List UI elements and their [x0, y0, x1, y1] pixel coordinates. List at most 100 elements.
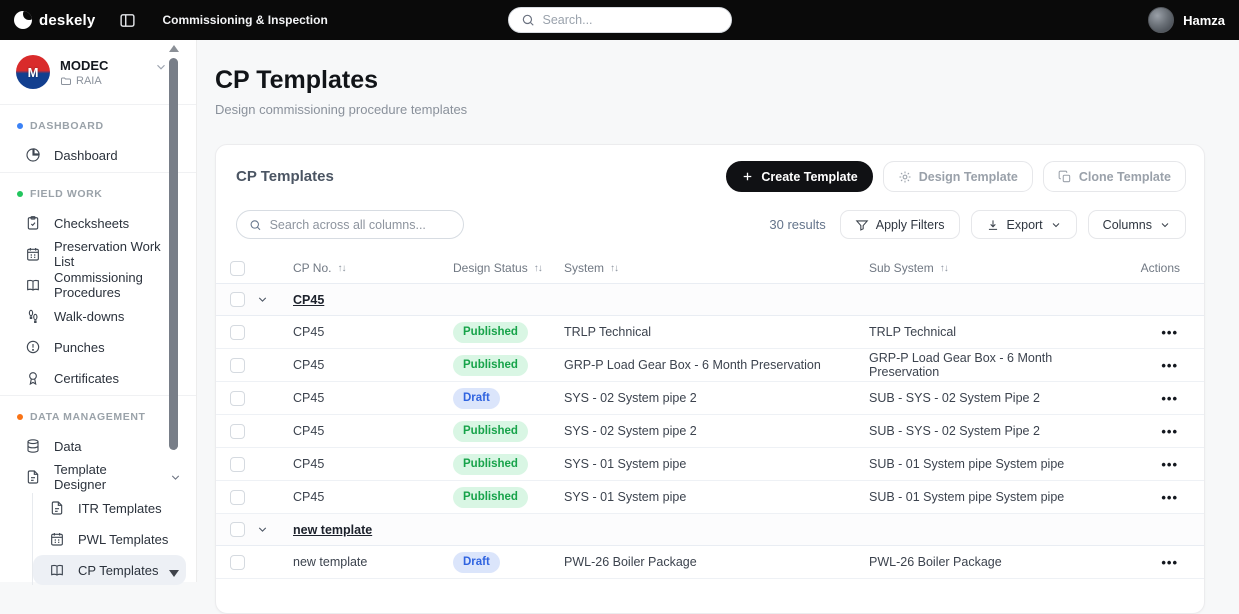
pie-chart-icon	[25, 147, 41, 163]
sidebar-item-cp-templates[interactable]: CP Templates	[33, 555, 186, 585]
cell-sub-system: SUB - 01 System pipe System pipe	[869, 490, 1065, 504]
column-header-system[interactable]: System ↑↓	[564, 261, 869, 275]
sidebar-item-data[interactable]: Data	[0, 431, 196, 461]
row-checkbox[interactable]	[230, 357, 245, 373]
table-row: CP45 Published GRP-P Load Gear Box - 6 Mon…	[216, 349, 1204, 382]
row-checkbox[interactable]	[230, 489, 245, 505]
global-search[interactable]	[507, 7, 732, 33]
page-title: CP Templates	[215, 66, 379, 94]
columns-button[interactable]: Columns	[1087, 210, 1186, 239]
row-checkbox[interactable]	[230, 324, 245, 340]
chevron-down-icon	[1052, 222, 1060, 227]
row-actions-button[interactable]: •••	[1161, 457, 1178, 472]
sidebar-item-walk-downs[interactable]: Walk-downs	[0, 301, 196, 331]
cell-cp-no: CP45	[293, 424, 325, 438]
scroll-up-arrow[interactable]	[169, 45, 179, 52]
select-all-checkbox[interactable]	[230, 260, 245, 276]
sidebar-toggle-icon[interactable]	[119, 12, 136, 29]
sidebar-nav: DASHBOARD Dashboard FIELD WORK Checksheets P…	[0, 107, 196, 585]
sidebar-item-itr-templates[interactable]: ITR Templates	[33, 493, 196, 523]
cell-design-status: Published	[453, 486, 564, 508]
clone-template-button[interactable]: Clone Template	[1042, 161, 1186, 192]
sidebar-item-template-designer[interactable]: Template Designer	[0, 462, 196, 492]
column-header-design-status[interactable]: Design Status ↑↓	[453, 261, 564, 275]
chevron-down-icon[interactable]	[154, 60, 168, 79]
results-count: 30 results	[769, 217, 826, 232]
avatar[interactable]	[1148, 7, 1175, 33]
sidebar-item-certificates[interactable]: Certificates	[0, 363, 196, 393]
cell-cp-no: CP45	[293, 391, 325, 405]
row-actions-button[interactable]: •••	[1161, 555, 1178, 570]
section-dot	[17, 191, 23, 197]
book-icon	[49, 562, 65, 578]
plus-icon	[744, 172, 752, 181]
table-row: CP45 Published SYS - 02 System pipe 2 SUB -…	[216, 415, 1204, 448]
page-subtitle: Design commissioning procedure templates	[215, 102, 468, 117]
calendar-icon	[25, 246, 41, 262]
section-label-text: FIELD WORK	[30, 188, 103, 200]
row-checkbox[interactable]	[230, 292, 245, 307]
export-button[interactable]: Export	[970, 210, 1077, 239]
org-selector[interactable]: M MODEC RAIA	[0, 40, 196, 102]
column-header-sub-system[interactable]: Sub System ↑↓	[869, 261, 1118, 275]
section-label-dashboard: DASHBOARD	[0, 107, 196, 139]
sidebar-item-pwl-templates[interactable]: PWL Templates	[33, 524, 196, 554]
user-name: Hamza	[1183, 12, 1225, 28]
cell-sub-system: PWL-26 Boiler Package	[869, 555, 1002, 569]
status-badge: Published	[453, 486, 528, 508]
create-template-button[interactable]: Create Template	[726, 161, 873, 192]
cell-system: GRP-P Load Gear Box - 6 Month Preservati…	[564, 358, 821, 372]
group-name[interactable]: new template	[293, 523, 453, 537]
global-search-input[interactable]	[542, 13, 719, 27]
divider	[0, 172, 196, 173]
status-badge: Published	[453, 420, 528, 442]
app-logo[interactable]: deskely	[14, 11, 95, 29]
row-checkbox[interactable]	[230, 456, 245, 472]
cell-sub-system: SUB - 01 System pipe System pipe	[869, 457, 1065, 471]
sidebar-item-label: Checksheets	[54, 215, 130, 231]
apply-filters-button[interactable]: Apply Filters	[839, 210, 960, 239]
row-actions-button[interactable]: •••	[1161, 358, 1178, 373]
sidebar-item-commissioning-procedures[interactable]: Commissioning Procedures	[0, 270, 196, 300]
row-checkbox[interactable]	[230, 390, 245, 406]
sidebar-item-preservation-work-list[interactable]: Preservation Work List	[0, 239, 196, 269]
row-checkbox[interactable]	[230, 522, 245, 537]
divider	[0, 104, 196, 105]
table-row: CP45 Published SYS - 01 System pipe SUB - 0…	[216, 481, 1204, 514]
row-actions-button[interactable]: •••	[1161, 391, 1178, 406]
status-badge: Published	[453, 453, 528, 475]
design-template-button[interactable]: Design Template	[882, 161, 1033, 192]
file-icon	[25, 469, 41, 485]
divider	[0, 395, 196, 396]
cell-sub-system: GRP-P Load Gear Box - 6 Month Preservati…	[869, 351, 1053, 379]
file-icon	[49, 500, 65, 516]
scroll-down-arrow[interactable]	[169, 570, 179, 577]
user-menu[interactable]: Hamza	[1148, 7, 1225, 33]
cell-system: PWL-26 Boiler Package	[564, 555, 697, 569]
app-title: Commissioning & Inspection	[162, 13, 328, 27]
cell-cp-no: CP45	[293, 325, 325, 339]
sidebar-item-checksheets[interactable]: Checksheets	[0, 208, 196, 238]
table-search[interactable]	[236, 210, 464, 239]
group-name[interactable]: CP45	[293, 293, 453, 307]
column-header-cp-no[interactable]: CP No. ↑↓	[293, 261, 453, 275]
search-icon	[250, 219, 261, 230]
sidebar-item-dashboard[interactable]: Dashboard	[0, 140, 196, 170]
section-label-data-management: DATA MANAGEMENT	[0, 398, 196, 430]
row-actions-button[interactable]: •••	[1161, 325, 1178, 340]
cell-cp-no: CP45	[293, 358, 325, 372]
cell-sub-system: TRLP Technical	[869, 325, 957, 339]
sidebar-item-punches[interactable]: Punches	[0, 332, 196, 362]
sidebar-item-label: Commissioning Procedures	[54, 270, 143, 300]
chevron-down-icon[interactable]	[256, 293, 293, 306]
sidebar-scrollbar[interactable]	[169, 58, 178, 450]
row-checkbox[interactable]	[230, 554, 245, 570]
table-search-input[interactable]	[269, 217, 451, 232]
sidebar-item-label: Dashboard	[54, 147, 118, 163]
row-actions-button[interactable]: •••	[1161, 490, 1178, 505]
main-content: CP Templates Design commissioning proced…	[197, 40, 1239, 614]
row-actions-button[interactable]: •••	[1161, 424, 1178, 439]
row-checkbox[interactable]	[230, 423, 245, 439]
chevron-down-icon[interactable]	[256, 523, 293, 536]
chevron-down-icon	[1161, 222, 1169, 227]
